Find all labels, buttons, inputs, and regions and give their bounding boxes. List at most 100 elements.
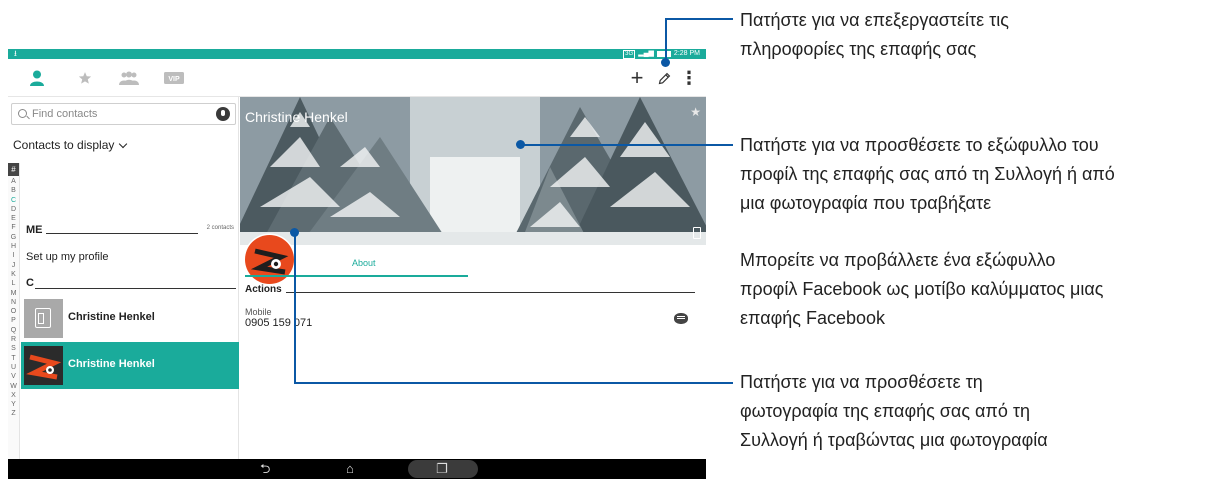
- index-letter[interactable]: V: [11, 372, 16, 381]
- vip-label: VIP: [168, 76, 180, 83]
- favorite-star-icon[interactable]: ★: [690, 105, 701, 119]
- callout-dot: [661, 58, 670, 67]
- tab-about[interactable]: About: [352, 258, 376, 268]
- search-bar[interactable]: Find contacts: [11, 103, 236, 125]
- index-letter[interactable]: J: [12, 261, 16, 270]
- signal-icon: ▂▄▆: [638, 50, 654, 57]
- index-letter[interactable]: M: [11, 289, 17, 298]
- callout-line: [665, 18, 733, 20]
- zenfone-logo-icon: [26, 354, 62, 380]
- index-letter[interactable]: R: [11, 335, 16, 344]
- index-letter[interactable]: Y: [11, 400, 16, 409]
- search-icon: [18, 109, 27, 118]
- callout-dot: [290, 228, 299, 237]
- index-hash[interactable]: #: [8, 163, 19, 176]
- callout-line-text: προφίλ Facebook ως μοτίβο καλύμματος μια…: [740, 279, 1104, 299]
- system-nav-bar: ⮌ ⌂ ❐: [8, 459, 706, 479]
- index-letter[interactable]: W: [10, 382, 17, 391]
- contacts-to-display-dropdown[interactable]: Contacts to display: [13, 138, 128, 152]
- setup-profile-item[interactable]: Set up my profile: [26, 251, 109, 263]
- callout-line: [294, 232, 296, 384]
- search-input[interactable]: Find contacts: [32, 108, 97, 120]
- section-divider: [35, 288, 236, 289]
- index-letter[interactable]: T: [11, 354, 15, 363]
- app-toolbar: VIP + ⋮: [8, 59, 706, 97]
- index-letter[interactable]: N: [11, 298, 16, 307]
- contact-name: Christine Henkel: [68, 358, 155, 370]
- message-icon[interactable]: [674, 313, 688, 324]
- index-letter[interactable]: B: [11, 186, 16, 195]
- actions-divider: [286, 292, 695, 293]
- change-cover-icon[interactable]: [693, 227, 701, 239]
- callout-facebook-text: Μπορείτε να προβάλλετε ένα εξώφυλλο προφ…: [740, 246, 1103, 333]
- tab-about-indicator: [245, 275, 468, 277]
- alphabet-index[interactable]: # ABCDEFGHIJKLMNOPQRSTUVWXYZ: [8, 163, 20, 459]
- contact-row-selected[interactable]: Christine Henkel: [21, 342, 239, 389]
- index-letter[interactable]: D: [11, 205, 16, 214]
- person-icon: [30, 70, 44, 86]
- callout-line-text: Μπορείτε να προβάλλετε ένα εξώφυλλο: [740, 250, 1056, 270]
- cover-photo[interactable]: Christine Henkel ★: [240, 97, 706, 245]
- overflow-menu-button[interactable]: ⋮: [678, 67, 700, 89]
- index-letter[interactable]: E: [11, 214, 16, 223]
- index-letter[interactable]: C: [11, 196, 16, 205]
- contact-placeholder-avatar: [24, 299, 63, 338]
- pencil-icon: [658, 72, 670, 84]
- status-bar: ⭳ 3G ▂▄▆ 2:28 PM: [8, 49, 706, 59]
- index-letter[interactable]: L: [12, 279, 16, 288]
- vip-icon: VIP: [164, 72, 184, 84]
- index-letter[interactable]: G: [11, 233, 16, 242]
- callout-line-text: μια φωτογραφία που τραβήξατε: [740, 193, 992, 213]
- callout-line-text: Συλλογή ή τραβώντας μια φωτογραφία: [740, 430, 1048, 450]
- contact-name-title: Christine Henkel: [245, 109, 348, 125]
- section-header-c: C: [26, 277, 34, 289]
- chevron-down-icon: [119, 139, 128, 148]
- contact-avatar: [24, 346, 63, 385]
- tablet-screen: ⭳ 3G ▂▄▆ 2:28 PM VIP + ⋮ Find contacts C…: [8, 49, 706, 479]
- index-letter[interactable]: K: [11, 270, 16, 279]
- microphone-icon[interactable]: [216, 107, 230, 121]
- callout-dot: [516, 140, 525, 149]
- tab-vip[interactable]: VIP: [163, 68, 185, 88]
- index-letter[interactable]: Q: [11, 326, 16, 335]
- star-icon: [78, 72, 92, 84]
- callout-line-text: επαφής Facebook: [740, 308, 886, 328]
- recent-apps-button[interactable]: ❐: [436, 460, 448, 478]
- index-letter[interactable]: O: [11, 307, 16, 316]
- contact-card-icon: [35, 308, 51, 328]
- callout-line-text: Πατήστε για να επεξεργαστείτε τις: [740, 10, 1009, 30]
- callout-line: [294, 382, 733, 384]
- section-header-me: ME: [26, 224, 43, 236]
- index-letter[interactable]: X: [11, 391, 16, 400]
- callout-line-text: Πατήστε για να προσθέσετε τη: [740, 372, 983, 392]
- actions-header: Actions: [245, 284, 282, 295]
- callout-edit-text: Πατήστε για να επεξεργαστείτε τις πληροφ…: [740, 6, 1009, 64]
- phone-number[interactable]: 0905 159 071: [245, 317, 312, 329]
- index-letter[interactable]: U: [11, 363, 16, 372]
- edit-contact-button[interactable]: [653, 67, 675, 89]
- index-letter[interactable]: I: [13, 251, 15, 260]
- callout-line-text: πληροφορίες της επαφής σας: [740, 39, 977, 59]
- index-letter[interactable]: A: [11, 177, 16, 186]
- tab-contacts[interactable]: [26, 68, 48, 88]
- callout-line-text: Πατήστε για να προσθέσετε το εξώφυλλο το…: [740, 135, 1099, 155]
- network-type-badge: 3G: [623, 49, 636, 59]
- add-contact-button[interactable]: +: [626, 65, 648, 90]
- contact-row[interactable]: Christine Henkel: [21, 295, 239, 342]
- index-letter[interactable]: F: [11, 223, 15, 232]
- callout-cover-text: Πατήστε για να προσθέσετε το εξώφυλλο το…: [740, 131, 1115, 218]
- home-button[interactable]: ⌂: [346, 460, 354, 478]
- tab-favorites[interactable]: [74, 68, 96, 88]
- index-letter[interactable]: P: [11, 316, 16, 325]
- section-divider: [46, 233, 198, 234]
- battery-icon: [656, 51, 671, 57]
- index-letter[interactable]: Z: [11, 409, 15, 418]
- status-time: 2:28 PM: [673, 50, 700, 57]
- index-letters[interactable]: ABCDEFGHIJKLMNOPQRSTUVWXYZ: [8, 177, 19, 419]
- tab-groups[interactable]: [118, 68, 140, 88]
- back-button[interactable]: ⮌: [260, 460, 270, 478]
- index-letter[interactable]: S: [11, 344, 16, 353]
- callout-line-text: φωτογραφία της επαφής σας από τη: [740, 401, 1030, 421]
- callout-line-text: προφίλ της επαφής σας από τη Συλλογή ή α…: [740, 164, 1115, 184]
- index-letter[interactable]: H: [11, 242, 16, 251]
